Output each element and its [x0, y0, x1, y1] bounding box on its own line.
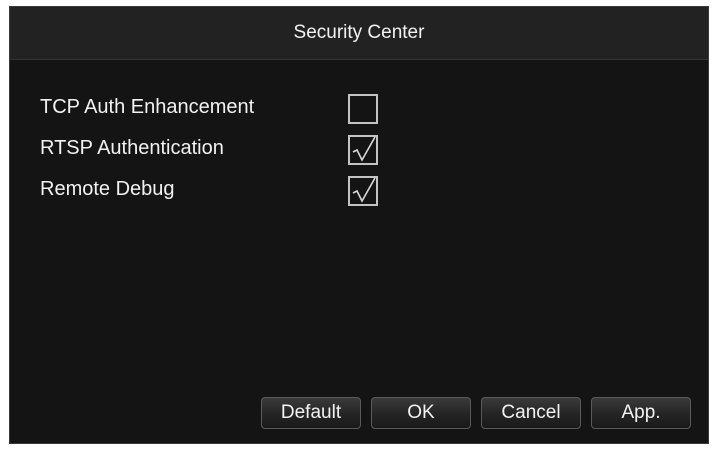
rtsp-authentication-checkbox[interactable] [348, 135, 378, 165]
remote-debug-checkbox[interactable] [348, 176, 378, 206]
dialog-title-bar: Security Center [10, 7, 708, 60]
apply-button[interactable]: App. [591, 397, 691, 429]
cancel-button[interactable]: Cancel [481, 397, 581, 429]
check-icon [352, 137, 376, 162]
option-label: Remote Debug [40, 178, 175, 200]
option-label: RTSP Authentication [40, 137, 224, 159]
tcp-auth-enhancement-checkbox[interactable] [348, 94, 378, 124]
option-label: TCP Auth Enhancement [40, 96, 255, 118]
dialog-title: Security Center [293, 22, 425, 43]
option-rtsp-authentication: RTSP Authentication [10, 131, 708, 171]
check-icon [352, 178, 376, 203]
security-center-dialog: Security Center TCP Auth Enhancement RTS… [9, 6, 709, 444]
default-button[interactable]: Default [261, 397, 361, 429]
ok-button[interactable]: OK [371, 397, 471, 429]
option-tcp-auth-enhancement: TCP Auth Enhancement [10, 90, 708, 130]
option-remote-debug: Remote Debug [10, 172, 708, 212]
